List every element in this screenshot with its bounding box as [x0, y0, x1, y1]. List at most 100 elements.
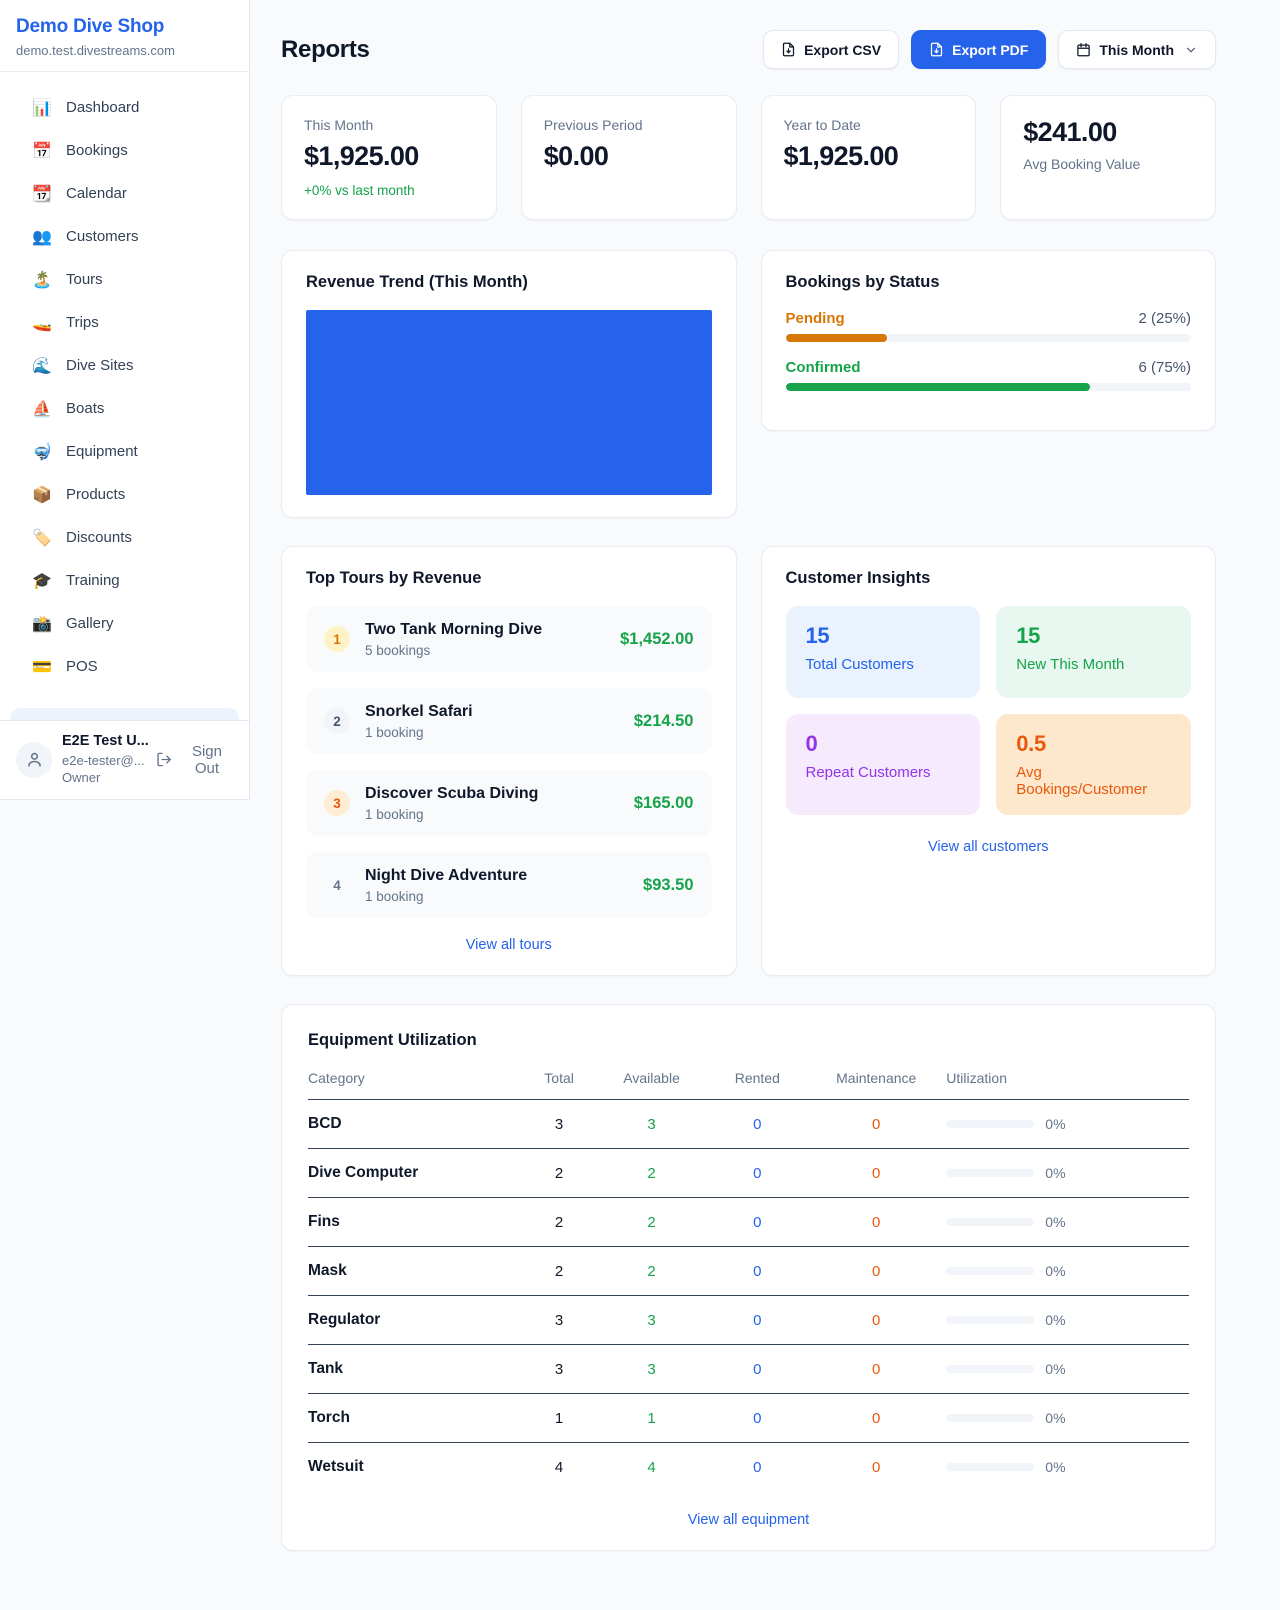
view-all-equipment-link[interactable]: View all equipment: [308, 1512, 1189, 1528]
insight-value: 15: [1016, 623, 1171, 649]
equipment-maintenance: 0: [810, 1296, 942, 1345]
header-actions: Export CSV Export PDF This Month: [763, 30, 1216, 69]
tour-row[interactable]: 2 Snorkel Safari 1 booking $214.50: [306, 688, 712, 754]
equipment-category: Torch: [308, 1394, 519, 1443]
shop-name: Demo Dive Shop: [16, 16, 233, 38]
view-all-tours-link[interactable]: View all tours: [306, 937, 712, 953]
nav-item-icon: 🏷️: [32, 528, 52, 548]
rank-badge: 3: [324, 790, 350, 816]
utilization-percent: 0%: [1045, 1165, 1065, 1181]
equipment-category: Fins: [308, 1198, 519, 1247]
revenue-trend-card: Revenue Trend (This Month): [281, 250, 737, 518]
equipment-maintenance: 0: [810, 1443, 942, 1492]
user-info: E2E Test U... e2e-tester@... Owner: [62, 732, 146, 787]
tour-name: Snorkel Safari: [365, 703, 473, 721]
export-csv-button[interactable]: Export CSV: [763, 30, 899, 69]
stat-card-year-to-date: Year to Date $1,925.00: [761, 95, 977, 220]
insight-label: Avg Bookings/Customer: [1016, 764, 1171, 798]
sidebar-item[interactable]: 🌊 Dive Sites: [8, 344, 241, 387]
insight-label: Repeat Customers: [806, 764, 961, 781]
equipment-utilization-title: Equipment Utilization: [308, 1031, 1189, 1050]
top-tours-card: Top Tours by Revenue 1 Two Tank Morning …: [281, 546, 737, 976]
tour-name: Discover Scuba Diving: [365, 785, 538, 803]
nav-item-icon: 📸: [32, 614, 52, 634]
revenue-trend-title: Revenue Trend (This Month): [306, 273, 712, 292]
sidebar-item[interactable]: 🏷️ Discounts: [8, 516, 241, 559]
col-header-total: Total: [519, 1064, 598, 1100]
equipment-available: 3: [599, 1296, 705, 1345]
sign-out-button[interactable]: Sign Out: [156, 743, 235, 777]
status-bar-track: [786, 383, 1192, 391]
sidebar-nav: 📊 Dashboard 📅 Bookings 📆 Calendar 👥 Cust…: [0, 72, 249, 708]
sidebar-item[interactable]: 👥 Customers: [8, 215, 241, 258]
period-select[interactable]: This Month: [1058, 30, 1216, 69]
equipment-total: 3: [519, 1100, 598, 1149]
insight-value: 0: [806, 731, 961, 757]
sidebar-item[interactable]: 🚤 Trips: [8, 301, 241, 344]
equipment-row: Wetsuit 4 4 0 0 0%: [308, 1443, 1189, 1492]
equipment-category: Dive Computer: [308, 1149, 519, 1198]
utilization-percent: 0%: [1045, 1312, 1065, 1328]
equipment-total: 3: [519, 1296, 598, 1345]
person-icon: [25, 750, 44, 769]
insight-value: 0.5: [1016, 731, 1171, 757]
equipment-utilization-cell: 0%: [942, 1394, 1189, 1443]
nav-item-label: Boats: [66, 400, 104, 417]
export-pdf-button[interactable]: Export PDF: [911, 30, 1046, 69]
sidebar-item[interactable]: ⛵ Boats: [8, 387, 241, 430]
sidebar-item[interactable]: 📦 Products: [8, 473, 241, 516]
equipment-row: Tank 3 3 0 0 0%: [308, 1345, 1189, 1394]
nav-item-icon: 🏝️: [32, 270, 52, 290]
equipment-rented: 0: [704, 1100, 810, 1149]
tour-bookings: 1 booking: [365, 725, 473, 740]
equipment-maintenance: 0: [810, 1149, 942, 1198]
tour-revenue: $1,452.00: [620, 630, 693, 649]
col-header-utilization: Utilization: [942, 1064, 1189, 1100]
stat-label: Year to Date: [784, 117, 954, 133]
sidebar-item[interactable]: 📅 Bookings: [8, 129, 241, 172]
nav-item-label: Dashboard: [66, 99, 139, 116]
sidebar-item[interactable]: 📸 Gallery: [8, 602, 241, 645]
sidebar-item[interactable]: 🤿 Equipment: [8, 430, 241, 473]
nav-item-label: Products: [66, 486, 125, 503]
nav-item-icon: 🎓: [32, 571, 52, 591]
insight-label: New This Month: [1016, 656, 1171, 673]
stat-cards: This Month $1,925.00 +0% vs last month P…: [281, 95, 1216, 220]
equipment-utilization-cell: 0%: [942, 1100, 1189, 1149]
stat-delta: +0% vs last month: [304, 183, 474, 198]
sidebar-item[interactable]: 🎓 Training: [8, 559, 241, 602]
tour-row[interactable]: 4 Night Dive Adventure 1 booking $93.50: [306, 852, 712, 918]
nav-item-icon: 📊: [32, 98, 52, 118]
utilization-bar-track: [946, 1414, 1034, 1422]
user-avatar: [16, 742, 52, 778]
sidebar-item[interactable]: 💳 POS: [8, 645, 241, 688]
nav-item-icon: 📅: [32, 141, 52, 161]
utilization-bar-track: [946, 1218, 1034, 1226]
equipment-table-header: Category Total Available Rented Maintena…: [308, 1064, 1189, 1100]
equipment-total: 4: [519, 1443, 598, 1492]
tour-revenue: $93.50: [643, 876, 693, 895]
stat-value: $1,925.00: [784, 141, 954, 172]
equipment-rented: 0: [704, 1149, 810, 1198]
sidebar-item[interactable]: 📆 Calendar: [8, 172, 241, 215]
page-header: Reports Export CSV Export PDF This Month: [281, 30, 1216, 69]
insight-label: Total Customers: [806, 656, 961, 673]
utilization-bar-track: [946, 1463, 1034, 1471]
nav-item-icon: 💳: [32, 657, 52, 677]
equipment-row: Mask 2 2 0 0 0%: [308, 1247, 1189, 1296]
sidebar-item[interactable]: 🏝️ Tours: [8, 258, 241, 301]
chevron-down-icon: [1184, 43, 1198, 57]
status-count: 6 (75%): [1138, 359, 1191, 376]
tour-row[interactable]: 1 Two Tank Morning Dive 5 bookings $1,45…: [306, 606, 712, 672]
stat-card-previous-period: Previous Period $0.00: [521, 95, 737, 220]
customer-insights-title: Customer Insights: [786, 569, 1192, 588]
tour-row[interactable]: 3 Discover Scuba Diving 1 booking $165.0…: [306, 770, 712, 836]
equipment-total: 2: [519, 1149, 598, 1198]
nav-item-label: Tours: [66, 271, 103, 288]
utilization-percent: 0%: [1045, 1263, 1065, 1279]
view-all-customers-link[interactable]: View all customers: [786, 839, 1192, 855]
nav-item-label: POS: [66, 658, 98, 675]
equipment-rented: 0: [704, 1345, 810, 1394]
bookings-by-status-card: Bookings by Status Pending 2 (25%): [761, 250, 1217, 431]
sidebar-item[interactable]: 📊 Dashboard: [8, 86, 241, 129]
